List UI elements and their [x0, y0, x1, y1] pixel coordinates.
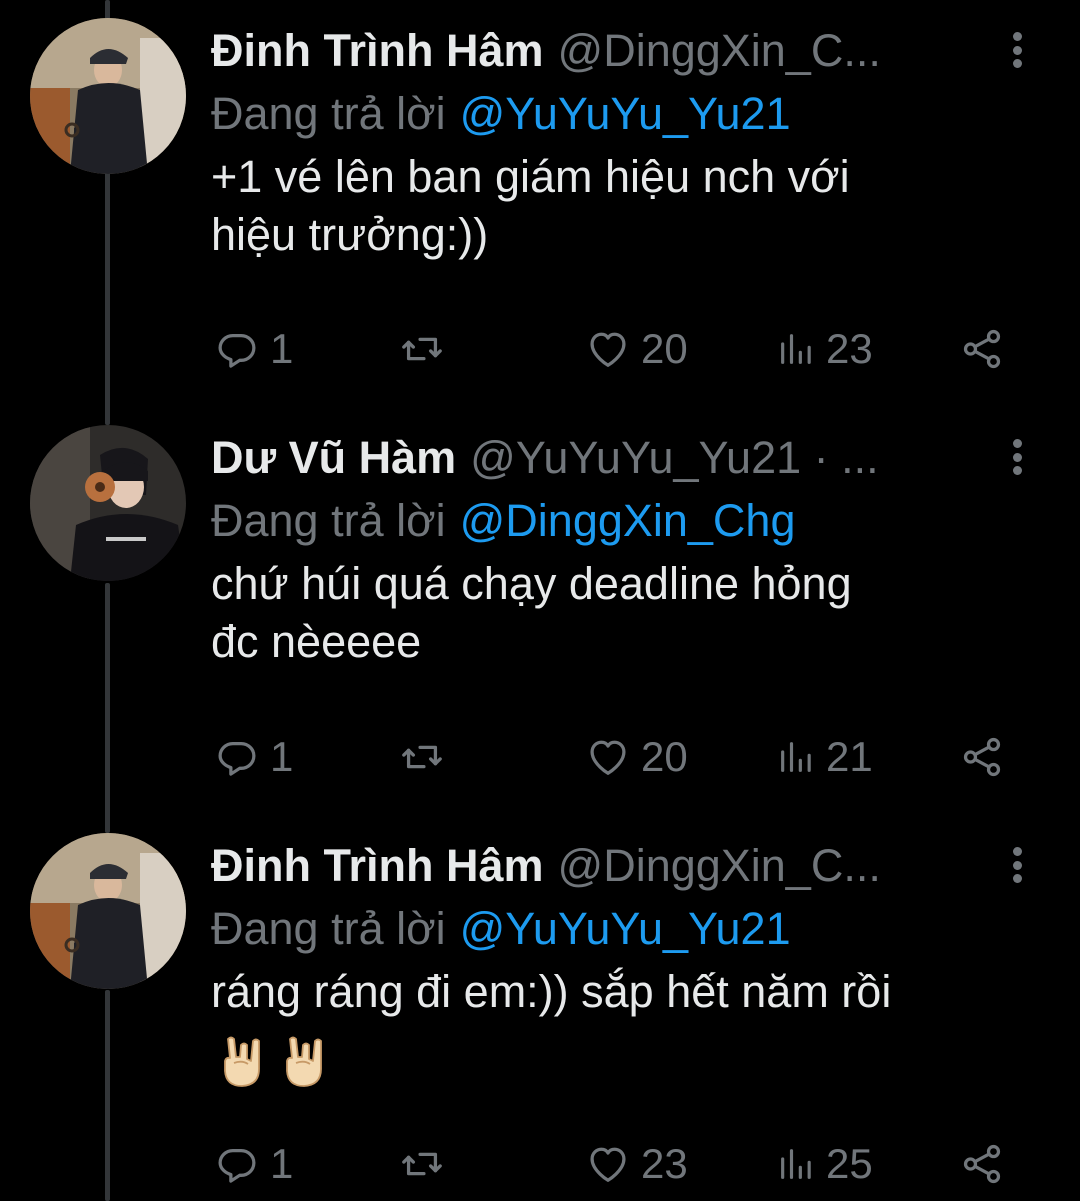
tweet[interactable]: Đinh Trình Hâm @DinggXin_C... Đang trả lờ… [0, 815, 1080, 1201]
views-count: 23 [826, 325, 873, 372]
retweet-icon [402, 337, 442, 361]
views-count: 21 [826, 733, 873, 780]
tweet-actions: 1 20 21 [0, 729, 1080, 785]
like-count: 23 [641, 1140, 688, 1187]
replying-to: Đang trả lời @YuYuYu_Yu21 [211, 901, 791, 957]
avatar[interactable] [30, 833, 186, 989]
tweet-header: Đinh Trình Hâm @DinggXin_C... [211, 22, 991, 80]
tweet-header: Dư Vũ Hàm @YuYuYu_Yu21 · ... [211, 429, 991, 487]
user-handle[interactable]: @YuYuYu_Yu21 · ... [470, 432, 879, 483]
user-handle[interactable]: @DinggXin_C... [558, 25, 881, 76]
views-button[interactable]: 25 [776, 1136, 873, 1192]
retweet-button[interactable] [396, 729, 448, 785]
user-handle[interactable]: @DinggXin_C... [558, 840, 881, 891]
tweet[interactable]: Đinh Trình Hâm @DinggXin_C... Đang trả lờ… [0, 0, 1080, 400]
retweet-button[interactable] [396, 1136, 448, 1192]
horns-hand-emoji [224, 1036, 260, 1087]
replying-to: Đang trả lời @YuYuYu_Yu21 [211, 86, 791, 142]
tweet-actions: 1 23 25 [0, 1136, 1080, 1192]
heart-icon [590, 332, 626, 367]
retweet-icon [402, 745, 442, 769]
share-icon [963, 737, 1001, 777]
views-icon [781, 1149, 811, 1179]
display-name[interactable]: Đinh Trình Hâm [211, 840, 544, 891]
tweet-text: chứ húi quá chạy deadline hỏng đc nèeeee [211, 558, 852, 667]
replying-to-handle-link[interactable]: @DinggXin_Chg [460, 495, 796, 546]
views-button[interactable]: 23 [776, 321, 873, 377]
replying-to-label: Đang trả lời [211, 903, 446, 954]
more-vertical-icon[interactable] [1000, 437, 1034, 477]
replying-to-label: Đang trả lời [211, 88, 446, 139]
reply-icon [218, 741, 256, 776]
heart-icon [590, 740, 626, 775]
views-icon [781, 742, 811, 772]
heart-icon [590, 1147, 626, 1182]
reply-button[interactable]: 1 [214, 1136, 293, 1192]
emoji-row [216, 1033, 330, 1089]
avatar-photo [30, 833, 186, 989]
reply-button[interactable]: 1 [214, 321, 293, 377]
reply-count: 1 [270, 733, 294, 780]
reply-button[interactable]: 1 [214, 729, 293, 785]
more-vertical-icon[interactable] [1000, 30, 1034, 70]
tweet-header: Đinh Trình Hâm @DinggXin_C... [211, 837, 991, 895]
horns-hand-emoji [286, 1036, 322, 1087]
tweet-text: ráng ráng đi em:)) sắp hết năm rồi [211, 966, 892, 1017]
views-button[interactable]: 21 [776, 729, 873, 785]
views-count: 25 [826, 1140, 873, 1187]
display-name[interactable]: Đinh Trình Hâm [211, 25, 544, 76]
share-button[interactable] [958, 729, 1006, 785]
replying-to-handle-link[interactable]: @YuYuYu_Yu21 [460, 88, 791, 139]
avatar[interactable] [30, 425, 186, 581]
replying-to: Đang trả lời @DinggXin_Chg [211, 493, 795, 549]
tweet-text: +1 vé lên ban giám hiệu nch với hiệu trư… [211, 151, 850, 260]
tweet-actions: 1 20 23 [0, 321, 1080, 377]
replying-to-handle-link[interactable]: @YuYuYu_Yu21 [460, 903, 791, 954]
like-count: 20 [641, 733, 688, 780]
retweet-icon [402, 1152, 442, 1176]
share-icon [963, 1144, 1001, 1184]
tweet[interactable]: Dư Vũ Hàm @YuYuYu_Yu21 · ... Đang trả lời… [0, 407, 1080, 807]
like-button[interactable]: 20 [585, 321, 688, 377]
reply-count: 1 [270, 325, 294, 372]
share-button[interactable] [958, 321, 1006, 377]
replying-to-label: Đang trả lời [211, 495, 446, 546]
share-icon [963, 329, 1001, 369]
avatar-photo [30, 18, 186, 174]
avatar-photo [30, 425, 186, 581]
avatar[interactable] [30, 18, 186, 174]
views-icon [781, 334, 811, 364]
reply-count: 1 [270, 1140, 294, 1187]
reply-icon [218, 333, 256, 368]
like-count: 20 [641, 325, 688, 372]
reply-icon [218, 1148, 256, 1183]
like-button[interactable]: 23 [585, 1136, 688, 1192]
display-name[interactable]: Dư Vũ Hàm [211, 432, 456, 483]
more-vertical-icon[interactable] [1000, 845, 1034, 885]
retweet-button[interactable] [396, 321, 448, 377]
share-button[interactable] [958, 1136, 1006, 1192]
like-button[interactable]: 20 [585, 729, 688, 785]
